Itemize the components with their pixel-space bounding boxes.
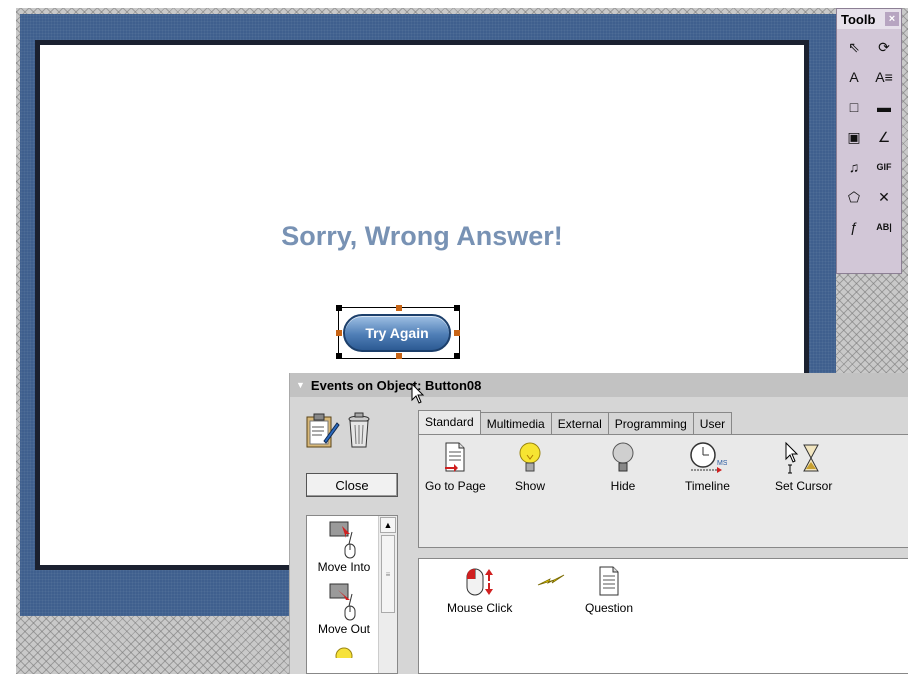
question-page-icon — [599, 566, 619, 596]
input-field-tool-icon[interactable]: AB| — [869, 212, 899, 242]
action-timeline[interactable]: MS Timeline — [685, 441, 730, 493]
events-panel-title-bar[interactable]: ▼ Events on Object: Button08 — [290, 373, 908, 397]
resize-handle[interactable] — [336, 305, 342, 311]
action-label: Set Cursor — [775, 479, 833, 493]
event-mouse-click[interactable]: Mouse Click — [447, 565, 512, 615]
action-hide[interactable]: Hide — [610, 441, 636, 493]
shape-tool-icon[interactable]: ⬠ — [839, 182, 869, 212]
page-icon — [445, 442, 465, 472]
mouse-cursor-icon — [411, 383, 425, 404]
action-show[interactable]: Show — [515, 441, 545, 493]
action-label: Hide — [610, 479, 636, 493]
list-item-move-into[interactable]: Move Into — [307, 520, 381, 574]
vertical-scrollbar[interactable]: ▲ ≡ — [378, 516, 397, 673]
clipboard-edit-icon[interactable] — [304, 411, 340, 451]
action-tabs: Standard Multimedia External Programming Use… — [418, 410, 733, 436]
tab-multimedia[interactable]: Multimedia — [479, 412, 552, 435]
events-panel: ▼ Events on Object: Button08 Close Move … — [289, 373, 908, 674]
clock-icon: MS — [690, 442, 727, 473]
mouse-click-icon — [466, 568, 493, 596]
tab-content-standard: Go to Page Show Hide MS Timeline Set Cur… — [418, 434, 908, 548]
trash-icon[interactable] — [346, 411, 374, 451]
media-tool-icon[interactable]: ♫ — [839, 152, 869, 182]
gif-tool-icon[interactable]: GIF — [869, 152, 899, 182]
lightbulb-off-icon — [612, 442, 634, 472]
line-tool-icon[interactable]: ∠ — [869, 122, 899, 152]
close-icon[interactable]: × — [885, 12, 899, 26]
lightbulb-icon — [335, 647, 353, 658]
cursor-hourglass-icon — [785, 441, 819, 474]
tab-programming[interactable]: Programming — [607, 412, 694, 435]
mouse-move-out-icon — [329, 583, 356, 621]
collapse-triangle-icon[interactable]: ▼ — [296, 380, 305, 390]
lightning-icon — [537, 574, 565, 586]
text-tool-icon[interactable]: A — [839, 62, 869, 92]
mouse-move-into-icon — [329, 521, 356, 559]
image-tool-icon[interactable]: ▣ — [839, 122, 869, 152]
action-label: Go to Page — [425, 479, 486, 493]
toolbox-panel: Toolb × ⇖ ⟳ A A≡ □ ▬ ▣ ∠ ♫ GIF ⬠ ✕ ƒ AB| — [836, 8, 902, 274]
button-tool-icon[interactable]: ▬ — [869, 92, 899, 122]
tab-standard[interactable]: Standard — [418, 410, 481, 435]
pointer-tool-icon[interactable]: ⇖ — [839, 32, 869, 62]
resize-handle[interactable] — [396, 305, 402, 311]
tab-external[interactable]: External — [550, 412, 609, 435]
action-label: Show — [515, 479, 546, 493]
tab-user[interactable]: User — [692, 412, 733, 435]
list-item-partial[interactable] — [307, 644, 381, 658]
action-set-cursor[interactable]: Set Cursor — [775, 441, 832, 493]
action-label: Timeline — [685, 479, 730, 493]
action-go-to-page[interactable]: Go to Page — [425, 441, 486, 493]
list-item-label: Move Out — [317, 622, 371, 636]
toolbox-title: Toolb — [841, 11, 876, 27]
scroll-thumb[interactable]: ≡ — [381, 535, 395, 613]
event-question[interactable]: Question — [585, 565, 633, 615]
try-again-button[interactable]: Try Again — [343, 314, 451, 352]
toolbox-grid: ⇖ ⟳ A A≡ □ ▬ ▣ ∠ ♫ GIF ⬠ ✕ ƒ AB| — [837, 29, 901, 245]
lightbulb-on-icon — [519, 442, 541, 472]
event-trigger-list: Move Into Move Out ▲ ≡ — [306, 515, 398, 674]
resize-handle[interactable] — [454, 305, 460, 311]
text-field-tool-icon[interactable]: A≡ — [869, 62, 899, 92]
assigned-events-area[interactable]: Mouse Click Question — [418, 558, 908, 674]
close-button[interactable]: Close — [306, 473, 398, 497]
rotate-tool-icon[interactable]: ⟳ — [869, 32, 899, 62]
resize-handle[interactable] — [336, 330, 342, 336]
scroll-up-button[interactable]: ▲ — [380, 517, 396, 533]
resize-handle[interactable] — [454, 330, 460, 336]
resize-handle[interactable] — [336, 353, 342, 359]
event-label: Mouse Click — [447, 601, 513, 615]
svg-text:MS: MS — [717, 460, 727, 467]
resize-handle[interactable] — [454, 353, 460, 359]
resize-handle[interactable] — [396, 353, 402, 359]
toolbox-title-bar[interactable]: Toolb × — [837, 9, 901, 29]
events-panel-title: Events on Object: Button08 — [310, 377, 482, 393]
event-label: Question — [585, 601, 634, 615]
flash-tool-icon[interactable]: ƒ — [839, 212, 869, 242]
page-title[interactable]: Sorry, Wrong Answer! — [40, 221, 804, 252]
list-item-move-out[interactable]: Move Out — [307, 582, 381, 636]
path-tool-icon[interactable]: ✕ — [869, 182, 899, 212]
rectangle-tool-icon[interactable]: □ — [839, 92, 869, 122]
list-item-label: Move Into — [317, 560, 371, 574]
